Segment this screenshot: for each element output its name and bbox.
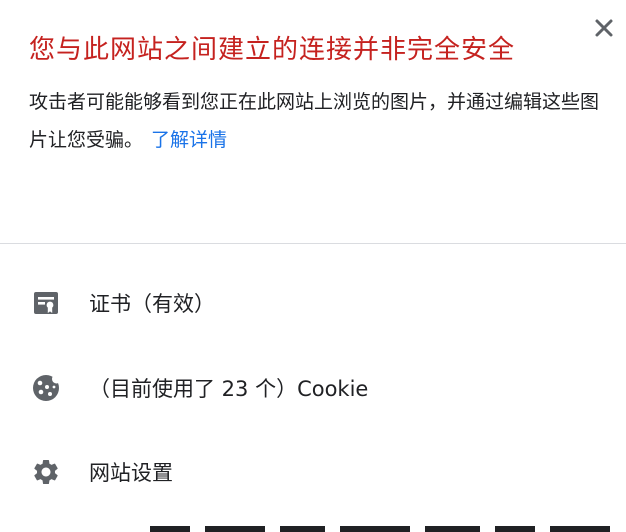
warning-description-text: 攻击者可能能够看到您正在此网站上浏览的图片，并通过编辑这些图片让您受骗。 — [29, 91, 600, 151]
cookie-icon — [31, 373, 61, 403]
warning-description: 攻击者可能能够看到您正在此网站上浏览的图片，并通过编辑这些图片让您受骗。 了解详情 — [29, 83, 601, 159]
site-info-popup: 您与此网站之间建立的连接并非完全安全 攻击者可能能够看到您正在此网站上浏览的图片… — [0, 0, 626, 532]
certificate-icon — [31, 288, 61, 318]
close-button[interactable] — [588, 12, 620, 44]
cookies-row[interactable]: （目前使用了 23 个）Cookie — [0, 356, 626, 420]
security-warning-section: 您与此网站之间建立的连接并非完全安全 攻击者可能能够看到您正在此网站上浏览的图片… — [29, 27, 599, 159]
site-settings-label: 网站设置 — [89, 461, 173, 485]
background-page-edge — [0, 522, 626, 532]
certificate-label: 证书（有效） — [89, 292, 215, 316]
warning-title: 您与此网站之间建立的连接并非完全安全 — [29, 35, 516, 65]
divider — [0, 243, 626, 244]
certificate-row[interactable]: 证书（有效） — [0, 271, 626, 335]
close-icon — [595, 19, 613, 37]
site-settings-row[interactable]: 网站设置 — [0, 440, 626, 504]
learn-more-link[interactable]: 了解详情 — [151, 129, 227, 151]
cookies-label: （目前使用了 23 个）Cookie — [89, 377, 369, 401]
gear-icon — [31, 457, 61, 487]
